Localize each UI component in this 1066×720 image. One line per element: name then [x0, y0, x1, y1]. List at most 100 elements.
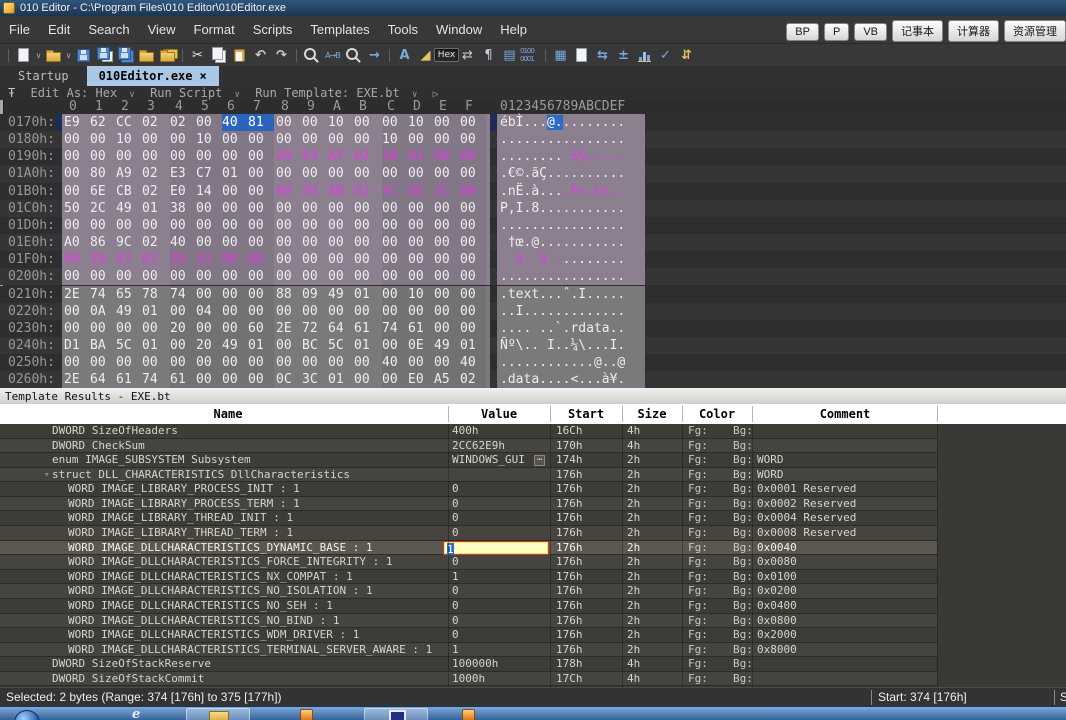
cell-start[interactable]: 176h — [556, 482, 583, 497]
hex-byte[interactable]: 00 — [90, 217, 116, 234]
hex-byte[interactable]: 49 — [116, 200, 142, 217]
cell-value[interactable]: 400h — [452, 424, 479, 439]
hex-byte[interactable]: 00 — [196, 200, 222, 217]
hex-byte[interactable]: 20 — [170, 251, 196, 268]
hex-byte[interactable]: 10 — [382, 131, 408, 148]
ascii-char[interactable] — [508, 252, 516, 267]
template-row[interactable]: WORD IMAGE_LIBRARY_PROCESS_TERM : 10176h… — [0, 497, 937, 512]
ascii-char[interactable]: . — [531, 304, 539, 319]
ascii-char[interactable]: ` — [555, 321, 563, 336]
hex-byte[interactable]: 00 — [434, 234, 460, 251]
hex-byte[interactable]: 00 — [90, 320, 116, 337]
hex-byte[interactable]: 2C — [90, 200, 116, 217]
ascii-char[interactable]: . — [547, 201, 555, 216]
ascii-char[interactable]: . — [500, 252, 508, 267]
replace-button[interactable]: A→B — [322, 46, 343, 65]
hex-byte[interactable]: 00 — [248, 217, 274, 234]
ascii-char[interactable]: . — [586, 287, 594, 302]
ascii-char[interactable]: 3 — [539, 252, 547, 267]
ascii-char[interactable]: à — [531, 184, 539, 199]
hex-byte[interactable]: 00 — [434, 165, 460, 182]
ascii-char[interactable]: . — [508, 321, 516, 336]
cell-color-fg-label[interactable]: Fg: — [688, 439, 708, 454]
hex-byte[interactable]: 38 — [170, 200, 196, 217]
ascii-char[interactable]: . — [555, 166, 563, 181]
ascii-char[interactable]: . — [539, 372, 547, 387]
hex-byte[interactable]: 00 — [328, 303, 354, 320]
cell-name[interactable]: WORD IMAGE_DLLCHARACTERISTICS_NO_BIND : … — [68, 614, 340, 629]
hex-byte[interactable]: 00 — [328, 165, 354, 182]
hex-ascii-row[interactable]: †œ.@........... — [497, 234, 645, 251]
ascii-char[interactable]: . — [578, 166, 586, 181]
menu-window[interactable]: Window — [427, 16, 491, 44]
hex-bytes-row[interactable]: 00001000001000000000000010000000 — [62, 131, 490, 148]
hex-byte[interactable]: 00 — [382, 268, 408, 285]
hex-byte[interactable]: 00 — [460, 251, 486, 268]
ascii-char[interactable]: . — [617, 304, 625, 319]
ascii-char[interactable]: . — [602, 149, 610, 164]
ascii-char[interactable]: à — [602, 372, 610, 387]
ascii-char[interactable]: . — [594, 132, 602, 147]
hex-bytes-row[interactable]: 00000000000000000000000000000000 — [62, 268, 490, 285]
ascii-char[interactable]: . — [602, 132, 610, 147]
menu-format[interactable]: Format — [185, 16, 244, 44]
hex-byte[interactable]: 00 — [382, 303, 408, 320]
check-evaluate-button[interactable]: ✓ — [655, 46, 676, 65]
hex-byte[interactable]: 20 — [196, 337, 222, 354]
hex-byte[interactable]: 74 — [170, 286, 196, 303]
hex-byte[interactable]: 61 — [408, 320, 434, 337]
column-separator[interactable] — [550, 406, 551, 422]
hex-byte[interactable]: 00 — [116, 268, 142, 285]
hex-byte[interactable]: 00 — [170, 148, 196, 165]
ascii-char[interactable]: . — [555, 338, 563, 353]
cell-color-fg-label[interactable]: Fg: — [688, 672, 708, 687]
column-separator[interactable] — [752, 406, 753, 422]
cell-name[interactable]: WORD IMAGE_LIBRARY_THREAD_TERM : 1 — [68, 526, 293, 541]
hex-ascii-row[interactable]: .text...ˆ.I..... — [497, 286, 645, 303]
ascii-char[interactable]: . — [586, 304, 594, 319]
hex-byte[interactable]: 00 — [64, 268, 90, 285]
hex-byte[interactable]: 00 — [276, 114, 302, 131]
calculator-button[interactable]: ▦ — [550, 46, 571, 65]
hex-byte[interactable]: 00 — [382, 371, 408, 388]
new-file-button[interactable] — [13, 46, 34, 65]
start-orb[interactable] — [14, 710, 40, 720]
quick-notepad-button[interactable]: 记事本 — [892, 20, 943, 42]
template-row[interactable]: WORD IMAGE_DLLCHARACTERISTICS_WDM_DRIVER… — [0, 628, 937, 643]
taskbar-app-icon[interactable] — [300, 709, 313, 720]
ascii-char[interactable]: . — [586, 355, 594, 370]
cell-start[interactable]: 17Ch — [556, 672, 583, 687]
ascii-char[interactable]: . — [617, 218, 625, 233]
cell-comment[interactable]: WORD — [757, 468, 784, 483]
ascii-char[interactable]: . — [547, 287, 555, 302]
hex-byte[interactable]: 00 — [248, 286, 274, 303]
hex-byte[interactable]: 00 — [460, 268, 486, 285]
cell-start[interactable]: 176h — [556, 541, 583, 556]
hex-byte[interactable]: 00 — [382, 251, 408, 268]
run-script-doc-button[interactable] — [571, 46, 592, 65]
ascii-char[interactable]: . — [555, 287, 563, 302]
ascii-char[interactable]: . — [547, 304, 555, 319]
hex-byte[interactable]: 00 — [408, 303, 434, 320]
cell-color-fg-label[interactable]: Fg: — [688, 511, 708, 526]
ascii-char[interactable]: . — [539, 115, 547, 130]
hex-byte[interactable]: 00 — [460, 320, 486, 337]
cell-size[interactable]: 2h — [627, 584, 640, 599]
ascii-char[interactable]: . — [547, 166, 555, 181]
hex-byte[interactable]: 00 — [222, 371, 248, 388]
hex-byte[interactable]: 00 — [170, 337, 196, 354]
cell-size[interactable]: 2h — [627, 555, 640, 570]
hex-byte[interactable]: 01 — [354, 337, 380, 354]
hex-bytes-row[interactable]: 502C4901380000000000000000000000 — [62, 200, 490, 217]
hex-bytes-row[interactable]: A0869C02400000000000000000000000 — [62, 234, 490, 251]
ascii-char[interactable]: n — [508, 184, 516, 199]
font-button[interactable]: A — [394, 46, 415, 65]
ascii-char[interactable]: . — [602, 287, 610, 302]
hex-byte[interactable]: 00 — [170, 268, 196, 285]
hex-byte[interactable]: 74 — [142, 371, 168, 388]
ascii-char[interactable]: . — [500, 166, 508, 181]
cell-value[interactable]: 0 — [452, 497, 459, 512]
ascii-char[interactable]: « — [578, 184, 586, 199]
hex-byte[interactable]: 00 — [408, 217, 434, 234]
ascii-char[interactable]: § — [578, 149, 586, 164]
